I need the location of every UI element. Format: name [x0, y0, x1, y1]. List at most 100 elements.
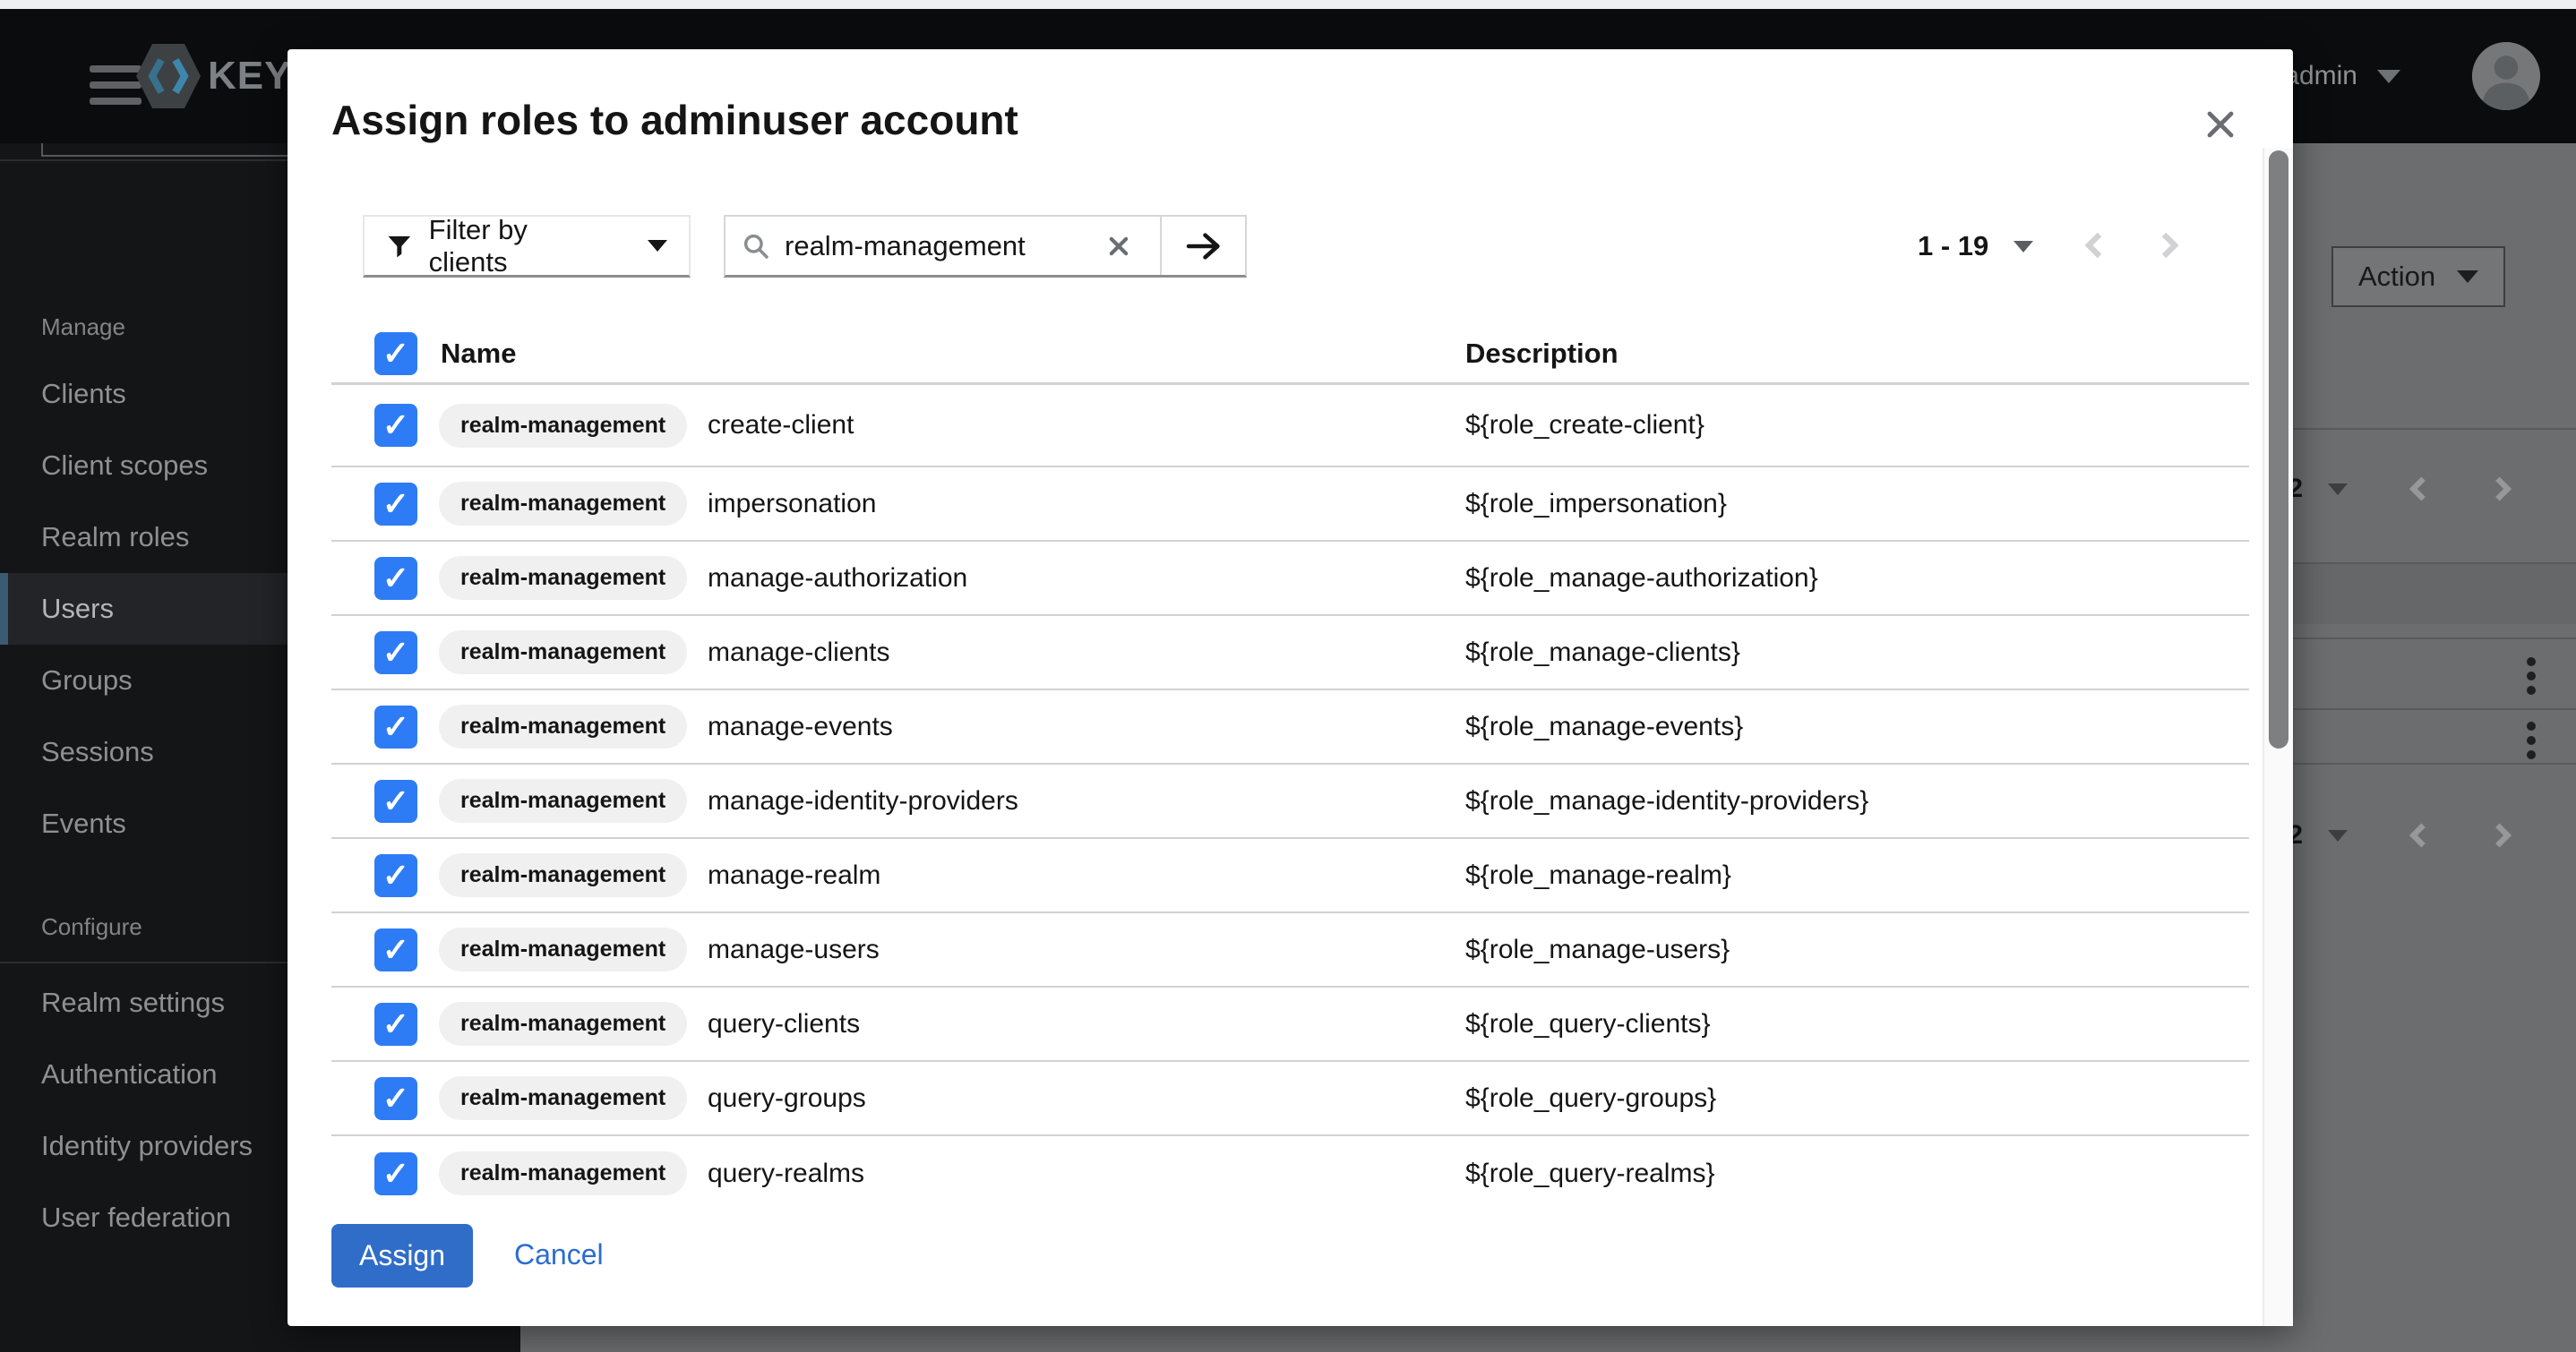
client-badge: realm-management [439, 1002, 687, 1046]
role-row: ✓ realm-management query-groups ${role_q… [331, 1062, 2249, 1136]
role-name: query-realms [708, 1159, 864, 1189]
search-input[interactable]: realm-management [726, 217, 1160, 275]
role-row: ✓ realm-management query-realms ${role_q… [331, 1136, 2249, 1211]
modal-close-button[interactable] [2197, 101, 2244, 148]
role-description: ${role_manage-users} [1465, 935, 1730, 965]
client-badge: realm-management [439, 482, 687, 526]
window-top-strip [0, 0, 2576, 9]
search-group: realm-management [724, 215, 1247, 278]
chevron-left-icon [2080, 229, 2108, 261]
roles-table-header: ✓ Name Description [331, 325, 2249, 385]
chevron-right-icon [2155, 229, 2184, 261]
search-submit-button[interactable] [1160, 217, 1245, 275]
modal-scrollbar-thumb[interactable] [2269, 150, 2288, 749]
role-checkbox[interactable]: ✓ [374, 854, 417, 897]
role-row: ✓ realm-management manage-users ${role_m… [331, 913, 2249, 988]
user-menu-caret-icon[interactable] [2377, 70, 2400, 83]
user-menu: admin [2284, 9, 2576, 143]
screen: KEYCLOAK admin Expertflow ManageClientsC… [0, 0, 2576, 1352]
search-icon [742, 232, 770, 261]
client-badge: realm-management [439, 1076, 687, 1120]
avatar[interactable] [2472, 42, 2540, 110]
action-dropdown-button[interactable]: Action [2331, 246, 2505, 307]
client-badge: realm-management [439, 630, 687, 674]
backdrop-pagination-caret-icon[interactable] [2328, 483, 2348, 495]
modal-title: Assign roles to adminuser account [331, 96, 1018, 144]
client-badge: realm-management [439, 705, 687, 749]
role-checkbox[interactable]: ✓ [374, 780, 417, 823]
filter-label: Filter by clients [429, 214, 612, 278]
role-checkbox[interactable]: ✓ [374, 404, 417, 447]
backdrop-prev-page-icon[interactable] [2405, 474, 2432, 504]
backdrop-pagination-caret-icon[interactable] [2328, 830, 2348, 842]
action-caret-icon [2457, 270, 2478, 283]
role-description: ${role_query-clients} [1465, 1009, 1711, 1040]
role-name: manage-clients [708, 637, 889, 668]
row-kebab-menu-icon[interactable] [2527, 657, 2537, 695]
role-description: ${role_create-client} [1465, 410, 1704, 441]
role-checkbox[interactable]: ✓ [374, 1077, 417, 1120]
role-name: impersonation [708, 489, 876, 519]
role-checkbox[interactable]: ✓ [374, 706, 417, 749]
client-badge: realm-management [439, 556, 687, 600]
role-row: ✓ realm-management manage-realm ${role_m… [331, 839, 2249, 913]
search-clear-button[interactable] [1094, 234, 1144, 259]
prev-page-button[interactable] [2080, 229, 2108, 264]
role-description: ${role_manage-identity-providers} [1465, 786, 1868, 817]
column-name: Name [441, 338, 516, 370]
keycloak-hexagon-icon [136, 40, 201, 112]
assign-button[interactable]: Assign [331, 1224, 473, 1288]
backdrop-prev-page-icon[interactable] [2405, 820, 2432, 851]
roles-table-body: ✓ realm-management create-client ${role_… [331, 385, 2249, 1211]
client-badge: realm-management [439, 404, 687, 448]
role-checkbox[interactable]: ✓ [374, 631, 417, 674]
role-checkbox[interactable]: ✓ [374, 483, 417, 526]
role-description: ${role_query-realms} [1465, 1159, 1714, 1189]
role-name: manage-identity-providers [708, 786, 1018, 817]
modal-scrollbar [2263, 148, 2293, 1326]
role-row: ✓ realm-management manage-clients ${role… [331, 616, 2249, 690]
assign-roles-modal: Assign roles to adminuser account Filter… [288, 49, 2293, 1326]
role-row: ✓ realm-management manage-identity-provi… [331, 765, 2249, 839]
role-description: ${role_manage-realm} [1465, 860, 1731, 891]
client-badge: realm-management [439, 779, 687, 823]
role-checkbox[interactable]: ✓ [374, 1152, 417, 1195]
modal-toolbar: Filter by clients realm-management [288, 215, 2293, 278]
pagination-caret-icon[interactable] [2014, 241, 2033, 252]
role-row: ✓ realm-management manage-events ${role_… [331, 690, 2249, 765]
role-row: ✓ realm-management manage-authorization … [331, 542, 2249, 616]
role-description: ${role_manage-authorization} [1465, 563, 1818, 594]
backdrop-next-page-icon[interactable] [2489, 820, 2516, 851]
role-name: create-client [708, 410, 854, 441]
role-name: manage-users [708, 935, 880, 965]
clear-x-icon [1106, 234, 1131, 259]
client-badge: realm-management [439, 1151, 687, 1195]
avatar-person-icon [2472, 42, 2540, 110]
filter-caret-icon [648, 240, 667, 252]
client-badge: realm-management [439, 853, 687, 897]
role-description: ${role_manage-clients} [1465, 637, 1740, 668]
column-description: Description [1465, 338, 1619, 370]
action-label: Action [2358, 261, 2435, 293]
select-all-checkbox[interactable]: ✓ [374, 332, 417, 375]
close-icon [2204, 108, 2237, 141]
pagination-range-label: 1 - 19 [1918, 230, 1988, 262]
role-name: manage-realm [708, 860, 880, 891]
arrow-right-icon [1186, 231, 1222, 261]
row-kebab-menu-icon[interactable] [2527, 722, 2537, 759]
role-name: query-clients [708, 1009, 860, 1040]
role-description: ${role_manage-events} [1465, 712, 1743, 742]
role-checkbox[interactable]: ✓ [374, 928, 417, 971]
search-value: realm-management [785, 230, 1094, 262]
role-checkbox[interactable]: ✓ [374, 1003, 417, 1046]
username-label: admin [2284, 61, 2357, 91]
role-checkbox[interactable]: ✓ [374, 557, 417, 600]
role-name: query-groups [708, 1083, 866, 1114]
role-description: ${role_query-groups} [1465, 1083, 1716, 1114]
role-row: ✓ realm-management query-clients ${role_… [331, 988, 2249, 1062]
filter-icon [386, 233, 413, 260]
backdrop-next-page-icon[interactable] [2489, 474, 2516, 504]
filter-by-clients-dropdown[interactable]: Filter by clients [363, 215, 691, 278]
cancel-link[interactable]: Cancel [514, 1238, 604, 1271]
next-page-button[interactable] [2155, 229, 2184, 264]
